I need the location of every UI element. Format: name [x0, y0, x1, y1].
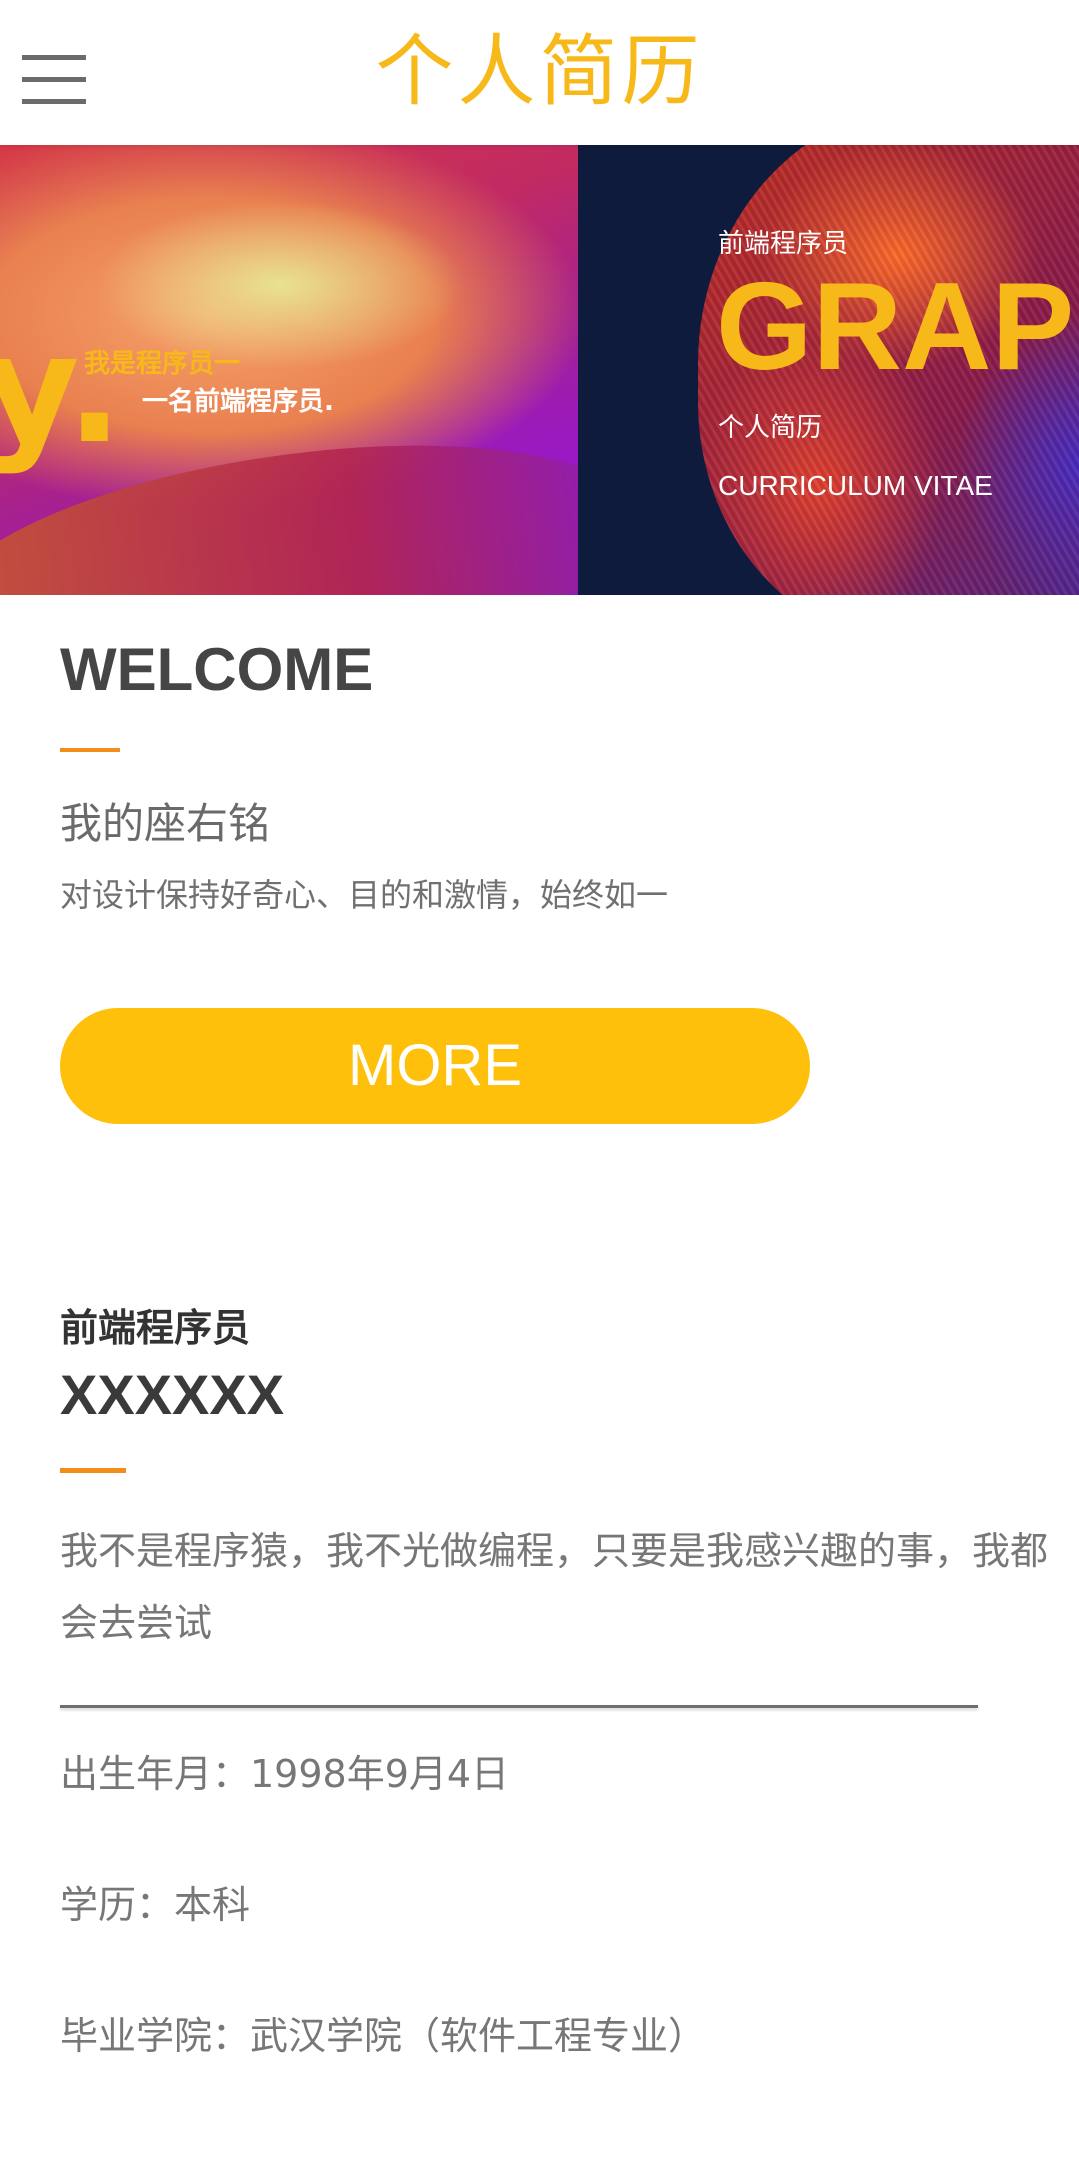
section-divider — [60, 1705, 978, 1708]
welcome-section: WELCOME 我的座右铭 对设计保持好奇心、目的和激情，始终如一 MORE — [60, 630, 1020, 1124]
profile-info-list: 出生年月：1998年9月4日 学历：本科 毕业学院：武汉学院（软件工程专业） — [60, 1746, 1060, 2064]
accent-divider — [60, 748, 120, 752]
accent-divider — [60, 1468, 126, 1473]
info-college: 毕业学院：武汉学院（软件工程专业） — [60, 2014, 707, 2058]
info-birthdate: 出生年月：1998年9月4日 — [60, 1752, 510, 1796]
banner-right-big-word: GRAPHIC — [716, 258, 1079, 396]
profile-section: 前端程序员 XXXXXX 我不是程序猿，我不光做编程，只要是我感兴趣的事，我都会… — [60, 1302, 1060, 2139]
banner-left-line1: 我是程序员一 — [84, 349, 241, 379]
page-title: 个人简历 — [375, 27, 704, 117]
banner-carousel[interactable]: y. 我是程序员一 一名前端程序员. 前端程序员 GRAPHIC 个人简历 CU… — [0, 145, 1079, 595]
more-button[interactable]: MORE — [60, 1008, 810, 1124]
banner-slide-left[interactable]: y. 我是程序员一 一名前端程序员. — [0, 145, 652, 595]
profile-name: XXXXXX — [60, 1363, 285, 1426]
app-header: 个人简历 — [0, 0, 1079, 145]
banner-left-line2: 一名前端程序员. — [142, 387, 334, 417]
banner-big-letter: y. — [0, 303, 123, 477]
banner-right-en-title: CURRICULUM VITAE — [718, 470, 993, 501]
info-education: 学历：本科 — [60, 1883, 251, 1927]
profile-role: 前端程序员 — [60, 1306, 251, 1350]
banner-right-cn-title: 个人简历 — [718, 413, 823, 443]
profile-bio: 我不是程序猿，我不光做编程，只要是我感兴趣的事，我都会去尝试 — [60, 1529, 1049, 1645]
motto-text: 对设计保持好奇心、目的和激情，始终如一 — [60, 876, 669, 914]
banner-right-subtitle: 前端程序员 — [718, 229, 849, 259]
motto-heading: 我的座右铭 — [60, 799, 271, 848]
welcome-heading: WELCOME — [60, 636, 374, 703]
banner-slide-right[interactable]: 前端程序员 GRAPHIC 个人简历 CURRICULUM VITAE — [578, 145, 1079, 595]
